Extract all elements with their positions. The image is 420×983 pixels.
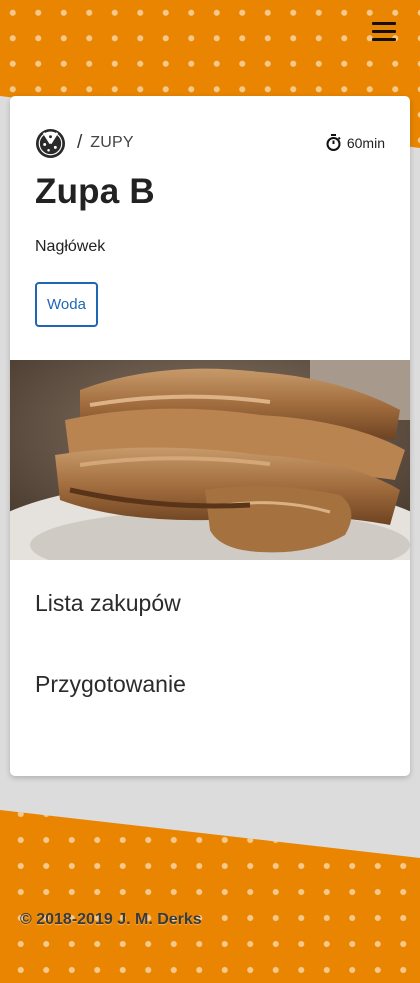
recipe-card: / ZUPY 60min Zupa B Nagłówek Woda Lista … [10,96,410,776]
footer-copyright: © 2018-2019 J. M. Derks [20,911,202,928]
preparation-heading: Przygotowanie [35,671,186,697]
recipe-subheading: Nagłówek [35,238,106,255]
cooking-time-value: 60min [346,134,385,151]
pizza-logo-icon[interactable] [35,128,66,159]
breadcrumb-category-link[interactable]: ZUPY [90,134,133,152]
ingredient-tag-button[interactable]: Woda [35,282,98,327]
stopwatch-icon [326,134,341,151]
cooking-time: 60min [326,134,385,151]
recipe-photo [10,360,410,560]
hamburger-menu-icon[interactable] [372,22,398,44]
recipe-photo-image [10,360,410,560]
recipe-title: Zupa B [35,172,155,211]
shopping-list-heading: Lista zakupów [35,590,181,616]
breadcrumb: / ZUPY [35,127,134,159]
breadcrumb-separator: / [77,132,83,153]
footer-background [0,810,420,983]
